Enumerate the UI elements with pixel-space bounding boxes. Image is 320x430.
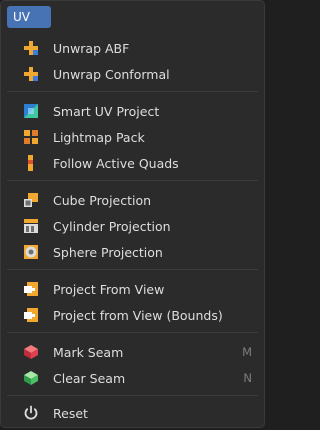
menu-item-unwrap-abf[interactable]: Unwrap ABF bbox=[1, 36, 264, 60]
menu-item-label: Unwrap Conformal bbox=[53, 66, 170, 82]
menu-separator bbox=[7, 395, 258, 396]
unwrap-icon bbox=[24, 41, 38, 55]
cube-projection-icon bbox=[24, 193, 38, 207]
project-view-icon bbox=[24, 282, 38, 296]
menu-item-reset[interactable]: Reset bbox=[1, 401, 264, 425]
menu-item-label: Unwrap ABF bbox=[53, 40, 130, 56]
menu-item-label: Project From View bbox=[53, 281, 165, 297]
mark-seam-icon bbox=[24, 345, 38, 359]
menu-item-label: Project from View (Bounds) bbox=[53, 307, 223, 323]
uv-menu-title[interactable]: UV bbox=[7, 6, 51, 28]
menu-separator bbox=[7, 332, 258, 333]
menu-separator bbox=[7, 180, 258, 181]
menu-item-unwrap-conformal[interactable]: Unwrap Conformal bbox=[1, 62, 264, 86]
cylinder-projection-icon bbox=[24, 219, 38, 233]
menu-item-lightmap-pack[interactable]: Lightmap Pack bbox=[1, 125, 264, 149]
menu-item-follow-active-quads[interactable]: Follow Active Quads bbox=[1, 151, 264, 175]
menu-item-label: Follow Active Quads bbox=[53, 155, 179, 171]
menu-item-sphere-projection[interactable]: Sphere Projection bbox=[1, 240, 264, 264]
clear-seam-icon bbox=[24, 371, 38, 385]
menu-separator bbox=[7, 91, 258, 92]
lightmap-icon bbox=[24, 130, 38, 144]
menu-item-label: Smart UV Project bbox=[53, 103, 160, 119]
power-icon bbox=[24, 405, 38, 420]
menu-item-label: Clear Seam bbox=[53, 370, 126, 386]
menu-item-label: Mark Seam bbox=[53, 344, 124, 360]
menu-item-cylinder-projection[interactable]: Cylinder Projection bbox=[1, 214, 264, 238]
menu-item-label: Lightmap Pack bbox=[53, 129, 145, 145]
uv-menu: UV Unwrap ABF Unwrap Conformal Smart UV … bbox=[0, 0, 265, 428]
sphere-projection-icon bbox=[24, 245, 38, 259]
menu-item-label: Sphere Projection bbox=[53, 244, 163, 260]
menu-item-project-from-view-bounds[interactable]: Project from View (Bounds) bbox=[1, 303, 264, 327]
menu-item-clear-seam[interactable]: Clear Seam N bbox=[1, 366, 264, 390]
menu-item-mark-seam[interactable]: Mark Seam M bbox=[1, 340, 264, 364]
menu-item-label: Cube Projection bbox=[53, 192, 152, 208]
menu-item-smart-uv-project[interactable]: Smart UV Project bbox=[1, 99, 264, 123]
menu-item-project-from-view[interactable]: Project From View bbox=[1, 277, 264, 301]
unwrap-icon bbox=[24, 67, 38, 81]
menu-separator bbox=[7, 269, 258, 270]
project-view-icon bbox=[24, 308, 38, 322]
menu-item-cube-projection[interactable]: Cube Projection bbox=[1, 188, 264, 212]
menu-item-label: Reset bbox=[53, 405, 88, 421]
smart-uv-icon bbox=[24, 104, 38, 118]
menu-item-label: Cylinder Projection bbox=[53, 218, 171, 234]
follow-quads-icon bbox=[28, 155, 33, 171]
shortcut-hint: M bbox=[242, 345, 252, 359]
shortcut-hint: N bbox=[243, 371, 252, 385]
